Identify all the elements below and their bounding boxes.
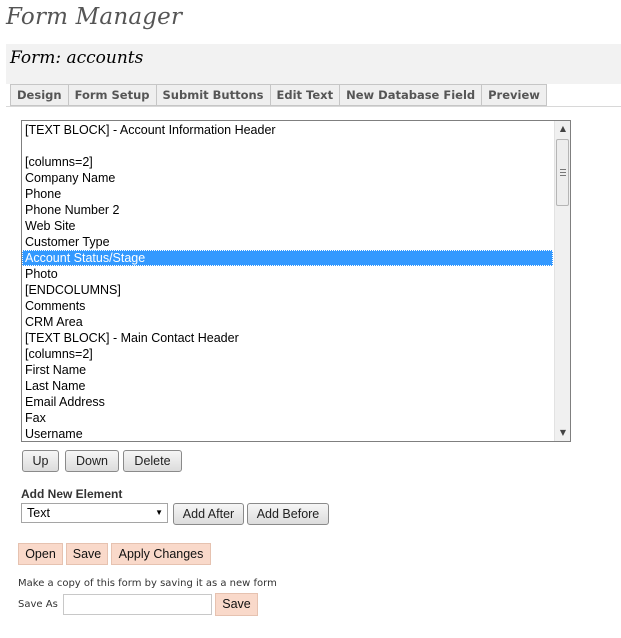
tab-submit-buttons[interactable]: Submit Buttons bbox=[155, 84, 271, 106]
element-type-select[interactable]: Text ▼ bbox=[21, 503, 168, 523]
list-item[interactable]: Phone Number 2 bbox=[22, 202, 553, 218]
list-item[interactable]: First Name bbox=[22, 362, 553, 378]
list-item[interactable]: Comments bbox=[22, 298, 553, 314]
scroll-down-arrow-icon[interactable]: ▼ bbox=[555, 425, 570, 441]
save-button[interactable]: Save bbox=[66, 543, 108, 565]
add-before-button[interactable]: Add Before bbox=[247, 503, 329, 525]
form-elements-listbox[interactable]: [TEXT BLOCK] - Account Information Heade… bbox=[21, 120, 571, 442]
grip-line bbox=[560, 172, 566, 173]
tab-edit-text[interactable]: Edit Text bbox=[269, 84, 341, 106]
design-content: [TEXT BLOCK] - Account Information Heade… bbox=[6, 106, 621, 635]
move-up-button[interactable]: Up bbox=[22, 450, 59, 472]
save-as-label: Save As bbox=[18, 599, 58, 610]
form-title: Form: accounts bbox=[10, 48, 144, 68]
save-as-input[interactable] bbox=[63, 594, 212, 615]
list-item[interactable]: Web Site bbox=[22, 218, 553, 234]
tab-form-setup[interactable]: Form Setup bbox=[67, 84, 157, 106]
list-item[interactable]: Last Name bbox=[22, 378, 553, 394]
list-item[interactable] bbox=[22, 138, 553, 154]
list-item[interactable]: Username bbox=[22, 426, 553, 441]
tab-preview[interactable]: Preview bbox=[481, 84, 547, 106]
scroll-up-arrow-icon[interactable]: ▲ bbox=[555, 121, 570, 137]
add-new-element-label: Add New Element bbox=[21, 487, 123, 501]
list-item[interactable]: [TEXT BLOCK] - Account Information Heade… bbox=[22, 122, 553, 138]
tab-design[interactable]: Design bbox=[10, 84, 69, 106]
list-item[interactable]: Photo bbox=[22, 266, 553, 282]
grip-line bbox=[560, 169, 566, 170]
form-elements-list: [TEXT BLOCK] - Account Information Heade… bbox=[22, 122, 553, 441]
list-scrollbar[interactable]: ▲ ▼ bbox=[554, 121, 570, 441]
apply-changes-button[interactable]: Apply Changes bbox=[111, 543, 211, 565]
list-item[interactable]: Customer Type bbox=[22, 234, 553, 250]
list-item[interactable]: Email Address bbox=[22, 394, 553, 410]
dropdown-arrow-icon: ▼ bbox=[155, 508, 163, 517]
save-as-button[interactable]: Save bbox=[215, 593, 258, 616]
list-item[interactable]: [columns=2] bbox=[22, 154, 553, 170]
element-type-value: Text bbox=[27, 506, 50, 520]
app-title: Form Manager bbox=[6, 4, 183, 30]
save-copy-hint: Make a copy of this form by saving it as… bbox=[18, 578, 277, 589]
list-item[interactable]: [ENDCOLUMNS] bbox=[22, 282, 553, 298]
delete-button[interactable]: Delete bbox=[123, 450, 182, 472]
move-down-button[interactable]: Down bbox=[65, 450, 119, 472]
list-item[interactable]: [columns=2] bbox=[22, 346, 553, 362]
open-button[interactable]: Open bbox=[18, 543, 63, 565]
list-item[interactable]: Fax bbox=[22, 410, 553, 426]
list-item[interactable]: [TEXT BLOCK] - Main Contact Header bbox=[22, 330, 553, 346]
form-panel: Form: accounts Design Form Setup Submit … bbox=[6, 44, 621, 635]
add-after-button[interactable]: Add After bbox=[173, 503, 244, 525]
list-item[interactable]: CRM Area bbox=[22, 314, 553, 330]
grip-line bbox=[560, 175, 566, 176]
tab-bar: Design Form Setup Submit Buttons Edit Te… bbox=[10, 84, 547, 106]
list-item[interactable]: Company Name bbox=[22, 170, 553, 186]
form-header: Form: accounts bbox=[6, 44, 621, 84]
list-item[interactable]: Account Status/Stage bbox=[22, 250, 553, 266]
tab-new-database-field[interactable]: New Database Field bbox=[339, 84, 483, 106]
scroll-thumb[interactable] bbox=[556, 139, 569, 206]
list-item[interactable]: Phone bbox=[22, 186, 553, 202]
